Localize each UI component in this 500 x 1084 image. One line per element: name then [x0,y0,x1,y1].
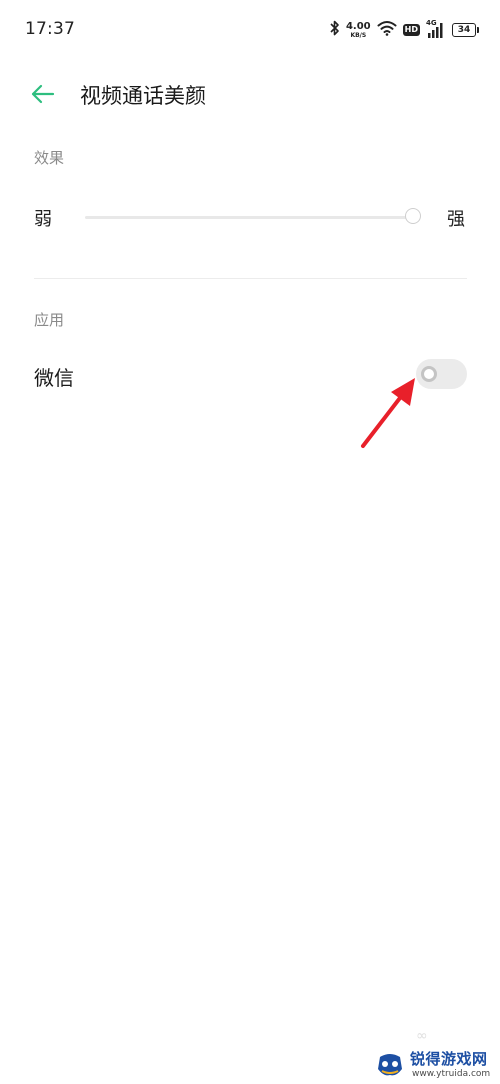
wifi-icon [377,20,397,40]
divider [34,278,467,279]
status-icons: 4.00 KB/S HD 4G 34 [330,18,479,42]
header: 视频通话美颜 [0,70,500,118]
net-speed-value: 4.00 [345,20,371,32]
app-row-wechat[interactable]: 微信 [0,350,500,400]
signal-tag: 4G [426,19,437,27]
annotation-arrow-icon [361,378,415,448]
slider-track[interactable] [85,216,413,219]
section-label-effect: 效果 [34,149,65,167]
watermark-url: www.ytruida.com [412,1069,491,1079]
status-bar: 17:37 4.00 KB/S HD 4G 34 [0,0,500,60]
bluetooth-icon [330,20,340,40]
battery-icon: 34 [452,23,479,37]
slider-max-label: 强 [447,209,465,230]
back-arrow-icon [31,84,55,104]
net-speed: 4.00 KB/S [345,20,371,39]
status-time: 17:37 [25,19,75,39]
back-button[interactable] [28,80,58,108]
slider-thumb[interactable] [405,208,421,224]
app-name-wechat: 微信 [34,366,74,390]
home-indicator-icon: ∞ [416,1028,428,1044]
hd-icon: HD [402,24,420,36]
watermark-title: 锐得游戏网 [410,1050,488,1068]
watermark-logo-icon [378,1054,402,1076]
section-label-apps: 应用 [34,311,65,329]
signal-icon: 4G [426,19,446,38]
effect-slider-row: 弱 强 [0,195,500,239]
watermark: 锐得游戏网 www.ytruida.com [372,1047,500,1084]
slider-min-label: 弱 [34,209,52,230]
net-speed-unit: KB/S [350,31,367,39]
page-title: 视频通话美颜 [80,84,206,108]
